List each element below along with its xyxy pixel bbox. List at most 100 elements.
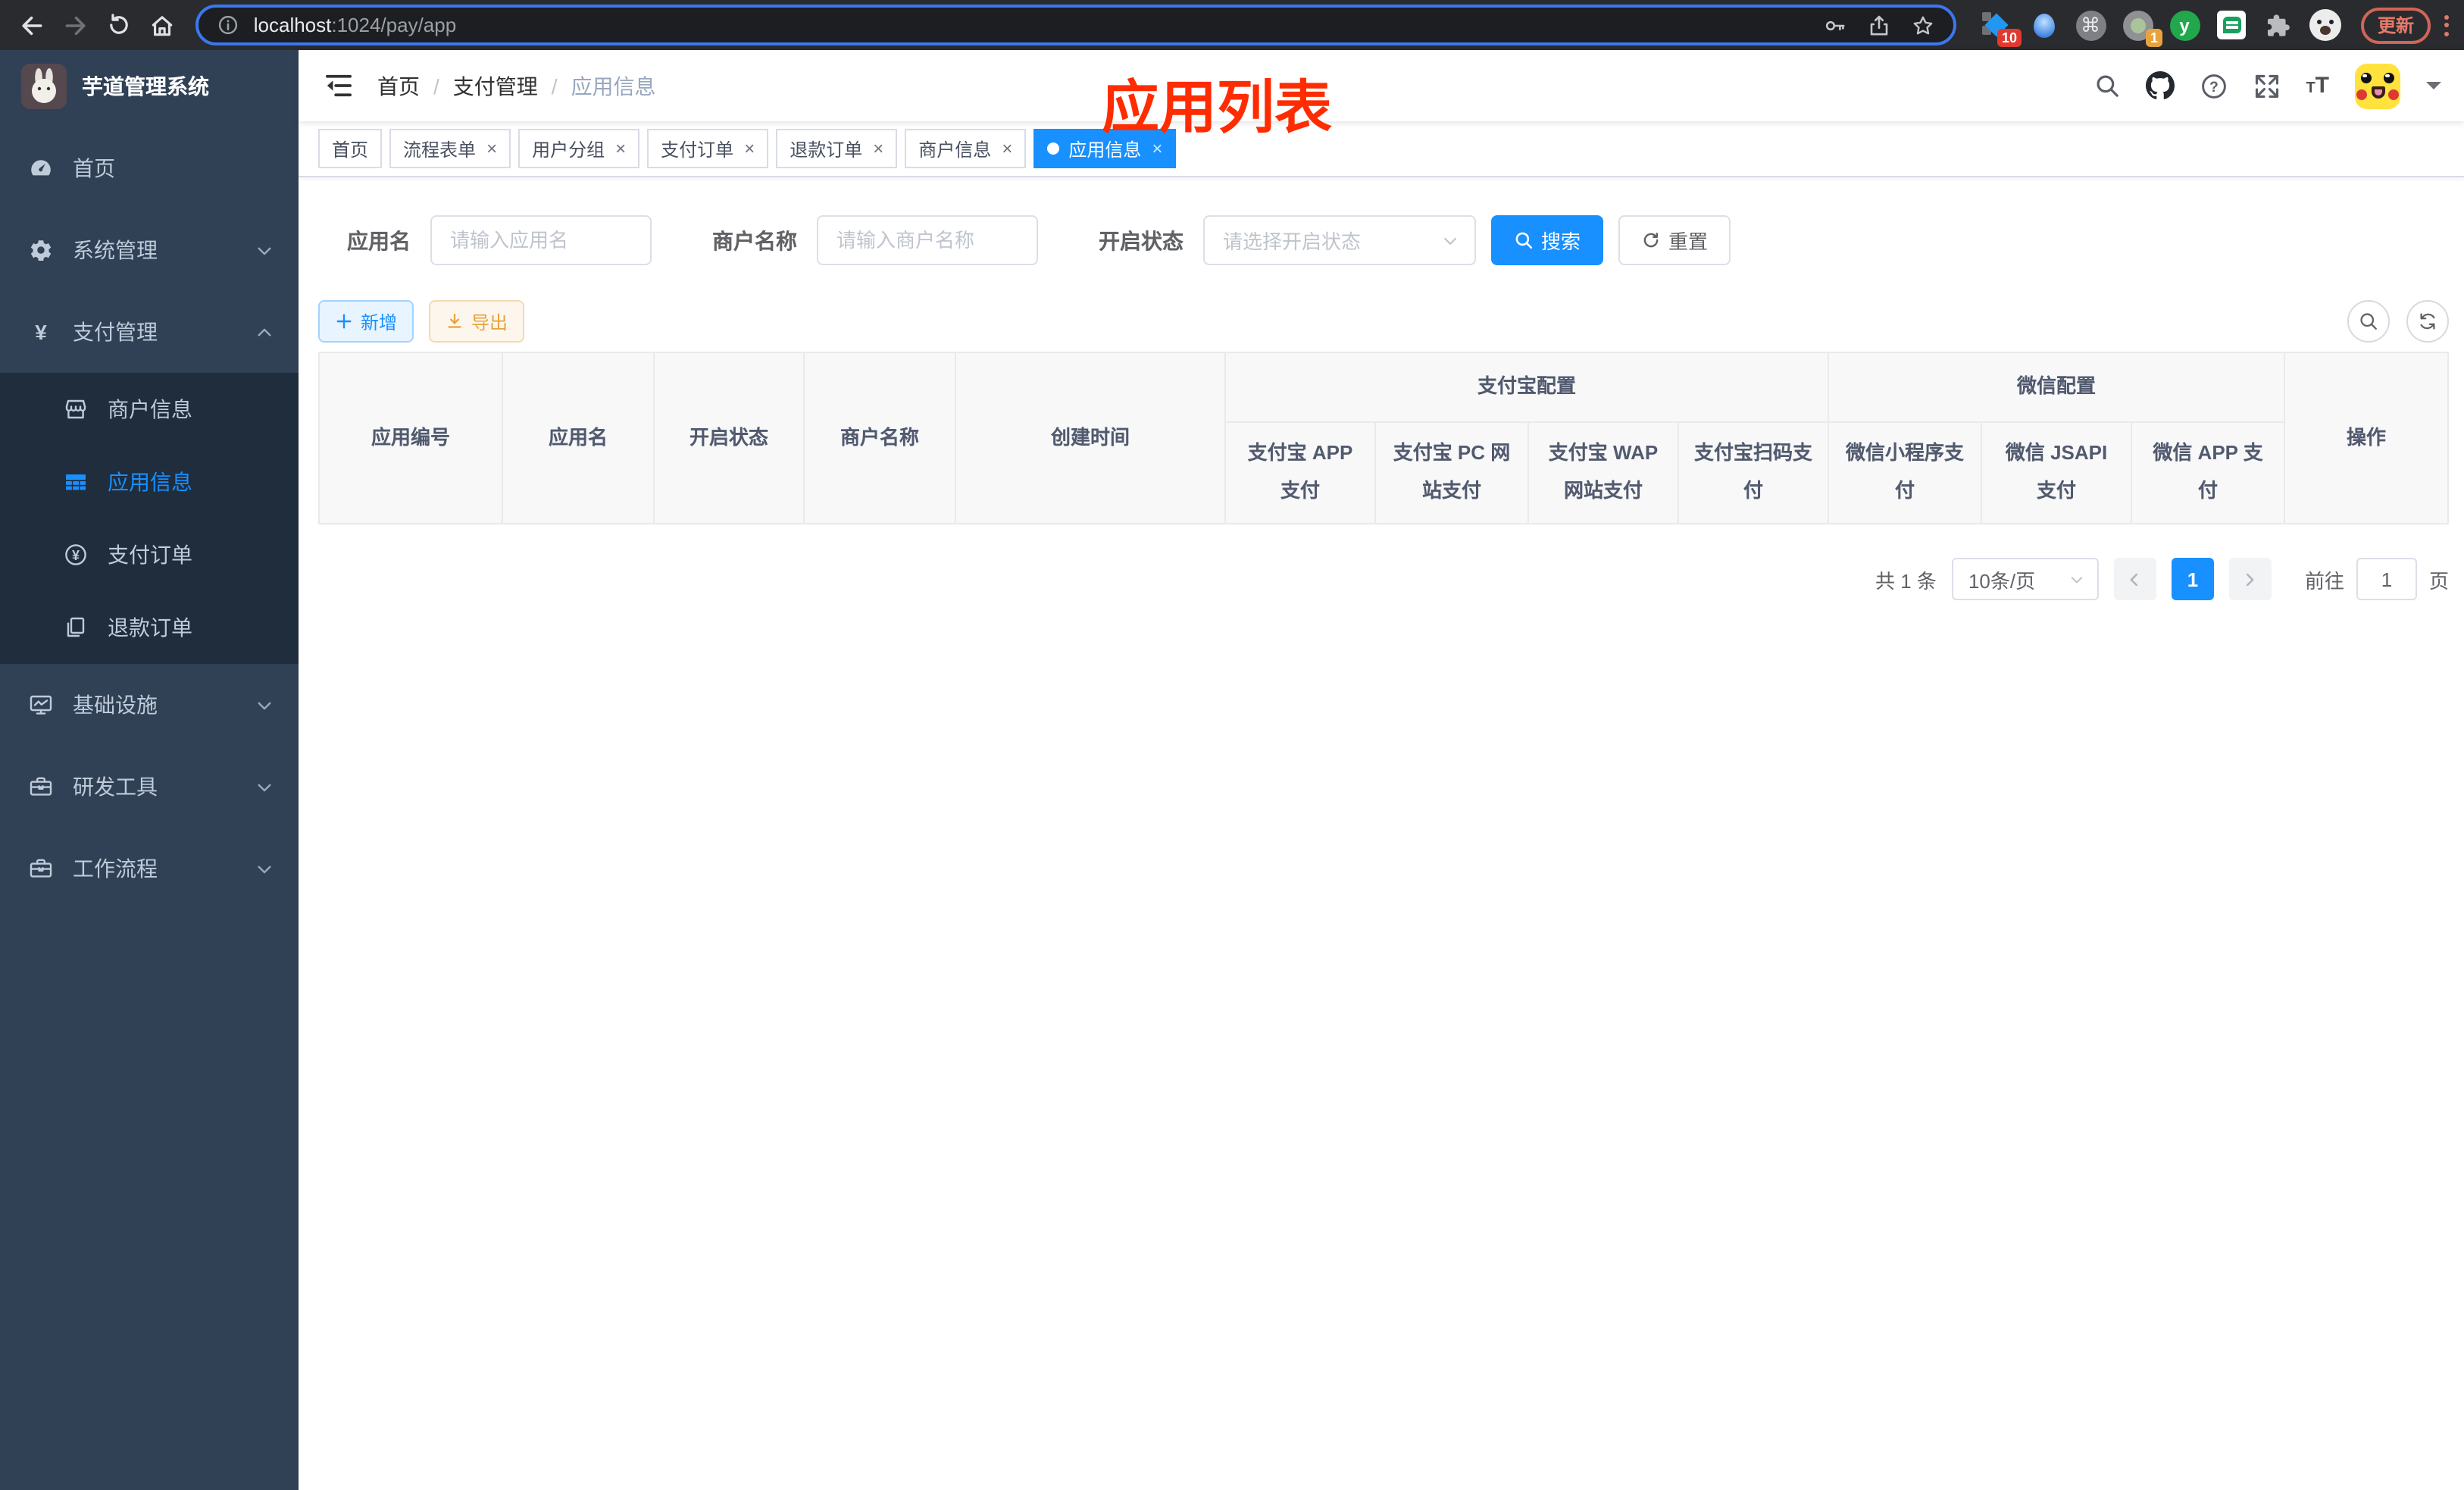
- next-page-button[interactable]: [2228, 558, 2272, 600]
- tab-flow-form[interactable]: 流程表单 ×: [389, 129, 511, 168]
- tab-merchant-info[interactable]: 商户信息 ×: [905, 129, 1027, 168]
- merchant-name-input[interactable]: [817, 215, 1038, 265]
- hide-search-button[interactable]: [2347, 300, 2390, 343]
- sidebar-logo[interactable]: 芋道管理系统: [0, 50, 299, 121]
- url-text[interactable]: localhost:1024/pay/app: [254, 14, 1823, 36]
- col-merchant: 商户名称: [803, 352, 956, 524]
- export-button-label: 导出: [471, 311, 508, 333]
- extension-session-icon[interactable]: 1: [2122, 9, 2162, 47]
- tab-close-icon[interactable]: ×: [486, 138, 497, 159]
- tab-close-icon[interactable]: ×: [1002, 138, 1012, 159]
- tab-pay-order[interactable]: 支付订单 ×: [647, 129, 769, 168]
- sidebar-item-infrastructure[interactable]: 基础设施: [0, 664, 299, 746]
- extension-sketch-icon[interactable]: 10: [1981, 9, 2022, 47]
- tab-close-icon[interactable]: ×: [873, 138, 883, 159]
- page-unit-label: 页: [2428, 569, 2449, 592]
- svg-text:¥: ¥: [72, 548, 80, 563]
- reset-button[interactable]: 重置: [1618, 215, 1731, 265]
- tab-label: 退款订单: [790, 139, 863, 160]
- github-icon[interactable]: [2145, 71, 2175, 100]
- breadcrumb-separator: /: [551, 74, 558, 98]
- browser-home-icon[interactable]: [146, 8, 180, 42]
- fullscreen-icon[interactable]: [2253, 72, 2280, 99]
- page-size-value: 10条/页: [1968, 569, 2036, 592]
- user-avatar[interactable]: [2355, 63, 2400, 108]
- breadcrumb-payment[interactable]: 支付管理: [453, 70, 538, 101]
- search-button[interactable]: 搜索: [1491, 215, 1604, 265]
- yen-circle-icon: ¥: [64, 543, 88, 567]
- add-button[interactable]: 新增: [318, 300, 414, 343]
- extension-chat-icon[interactable]: [2215, 9, 2247, 41]
- font-size-icon[interactable]: TT: [2306, 73, 2329, 99]
- sidebar-item-label: 支付管理: [73, 320, 158, 344]
- extension-y-icon[interactable]: y: [2169, 9, 2200, 41]
- sidebar-item-app-info[interactable]: 应用信息: [0, 446, 299, 518]
- avatar-caret-icon[interactable]: [2426, 82, 2441, 97]
- refresh-table-button[interactable]: [2406, 300, 2449, 343]
- table-toolbar: 新增 导出: [318, 300, 2449, 343]
- browser-toolbar: localhost:1024/pay/app 10 ⌘ 1 y 更新: [0, 0, 2464, 50]
- browser-profile-avatar[interactable]: [2309, 9, 2341, 41]
- share-icon[interactable]: [1867, 13, 1891, 37]
- browser-menu-icon[interactable]: [2444, 14, 2450, 36]
- bookmark-star-icon[interactable]: [1911, 13, 1935, 37]
- page-number-1[interactable]: 1: [2171, 558, 2214, 600]
- sidebar-item-label: 研发工具: [73, 775, 158, 799]
- tab-user-group[interactable]: 用户分组 ×: [518, 129, 640, 168]
- sidebar-item-workflow[interactable]: 工作流程: [0, 828, 299, 909]
- goto-page-input[interactable]: [2356, 558, 2417, 600]
- sidebar-collapse-icon[interactable]: [324, 73, 353, 99]
- extension-balloon-icon[interactable]: [2028, 9, 2059, 41]
- sidebar-item-label: 应用信息: [108, 470, 192, 494]
- header-search-icon[interactable]: [2093, 73, 2119, 99]
- col-wechat-app: 微信 APP 支付: [2131, 421, 2286, 524]
- reset-button-label: 重置: [1668, 230, 1709, 253]
- sidebar-item-pay-order[interactable]: ¥ 支付订单: [0, 518, 299, 591]
- status-select[interactable]: 请选择开启状态: [1203, 215, 1476, 265]
- url-bar[interactable]: localhost:1024/pay/app: [195, 5, 1956, 45]
- password-key-icon[interactable]: [1823, 13, 1847, 37]
- sidebar-item-label: 支付订单: [108, 543, 192, 567]
- chrome-update-button[interactable]: 更新: [2361, 7, 2431, 43]
- sidebar-item-home[interactable]: 首页: [0, 127, 299, 209]
- export-button[interactable]: 导出: [429, 300, 525, 343]
- prev-page-button[interactable]: [2113, 558, 2156, 600]
- extension-badge: 10: [1997, 29, 2022, 47]
- tab-label: 商户信息: [918, 139, 992, 160]
- col-alipay-app: 支付宝 APP 支付: [1224, 421, 1376, 524]
- tab-home[interactable]: 首页: [318, 129, 383, 168]
- extension-command-icon[interactable]: ⌘: [2075, 9, 2106, 41]
- extensions-puzzle-icon[interactable]: [2262, 9, 2294, 41]
- sidebar-item-merchant-info[interactable]: 商户信息: [0, 373, 299, 446]
- status-select-placeholder: 请选择开启状态: [1223, 230, 1362, 253]
- url-host: localhost: [253, 14, 332, 36]
- col-wechat-mini: 微信小程序支付: [1828, 421, 1983, 524]
- browser-forward-icon[interactable]: [59, 8, 92, 42]
- goto-label: 前往: [2304, 569, 2344, 592]
- page-size-select[interactable]: 10条/页: [1951, 558, 2099, 600]
- site-info-icon[interactable]: [217, 14, 240, 36]
- sidebar-item-system-mgmt[interactable]: 系统管理: [0, 209, 299, 291]
- col-group-wechat: 微信配置: [1828, 352, 2286, 423]
- tab-close-icon[interactable]: ×: [744, 138, 755, 159]
- browser-reload-icon[interactable]: [102, 8, 136, 42]
- browser-back-icon[interactable]: [15, 8, 48, 42]
- chevron-down-icon: [255, 695, 274, 715]
- sidebar-item-label: 系统管理: [73, 238, 158, 262]
- pagination-total: 共 1 条: [1875, 569, 1937, 592]
- add-button-label: 新增: [361, 311, 398, 333]
- sidebar-item-dev-tools[interactable]: 研发工具: [0, 746, 299, 828]
- help-icon[interactable]: ?: [2200, 72, 2227, 99]
- breadcrumb-home[interactable]: 首页: [377, 70, 420, 101]
- sidebar-submenu: 商户信息应用信息 ¥ 支付订单退款订单: [0, 373, 299, 664]
- tab-refund-order[interactable]: 退款订单 ×: [776, 129, 898, 168]
- sidebar-item-payment-mgmt[interactable]: ¥ 支付管理: [0, 291, 299, 373]
- url-path: :1024/pay/app: [331, 14, 457, 36]
- tab-close-icon[interactable]: ×: [615, 138, 626, 159]
- search-form: 应用名 商户名称 开启状态 请选择开启状态: [347, 215, 2449, 265]
- status-label: 开启状态: [1099, 228, 1184, 252]
- app-name-input[interactable]: [430, 215, 652, 265]
- col-alipay-pc: 支付宝 PC 网站支付: [1374, 421, 1529, 524]
- sidebar-item-refund-order[interactable]: 退款订单: [0, 591, 299, 664]
- svg-text:¥: ¥: [35, 321, 47, 344]
